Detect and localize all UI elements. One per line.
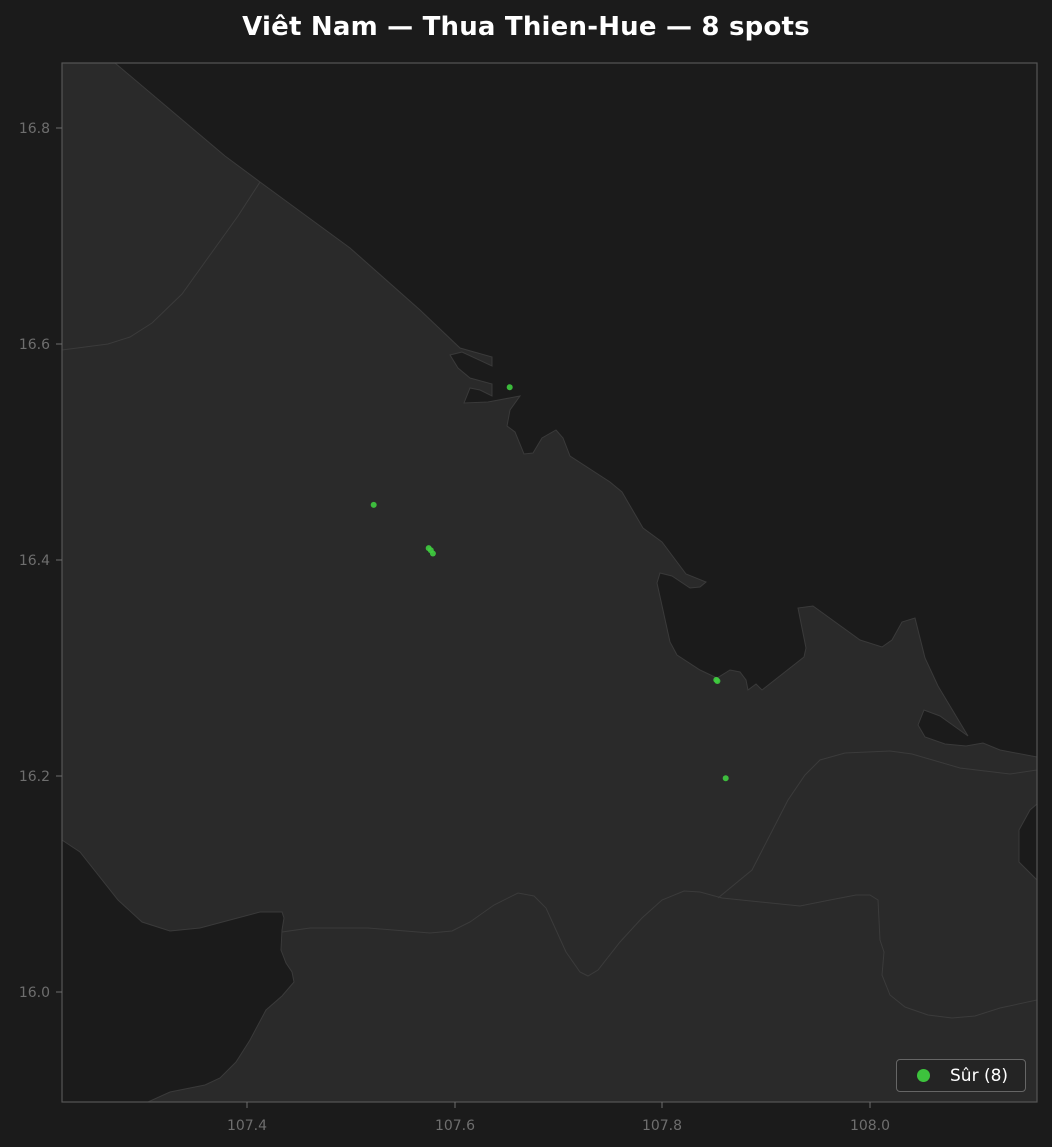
- y-tick-label: 16.6: [19, 337, 50, 353]
- y-tick-label: 16.2: [19, 769, 50, 785]
- y-tick-label: 16.4: [19, 553, 50, 569]
- spot-marker[interactable]: [722, 775, 729, 782]
- spot-marker[interactable]: [506, 384, 513, 391]
- spot-marker[interactable]: [714, 678, 721, 684]
- map-legend: Sûr (8): [896, 1059, 1026, 1092]
- spot-marker[interactable]: [429, 550, 436, 557]
- y-tick-label: 16.0: [19, 985, 50, 1001]
- x-tick-label: 107.6: [435, 1118, 475, 1134]
- y-tick-label: 16.8: [19, 121, 50, 137]
- x-axis: 107.4 107.6 107.8 108.0: [227, 1102, 890, 1134]
- map-canvas[interactable]: 16.8 16.6 16.4 16.2 16.0 107.4 107.6 107…: [0, 0, 1052, 1147]
- y-axis: 16.8 16.6 16.4 16.2 16.0: [19, 121, 62, 1001]
- x-tick-label: 107.8: [642, 1118, 682, 1134]
- x-tick-label: 107.4: [227, 1118, 267, 1134]
- x-tick-label: 108.0: [850, 1118, 890, 1134]
- spot-marker[interactable]: [370, 501, 377, 508]
- legend-label: Sûr (8): [950, 1065, 1009, 1086]
- legend-marker-icon: [917, 1069, 930, 1082]
